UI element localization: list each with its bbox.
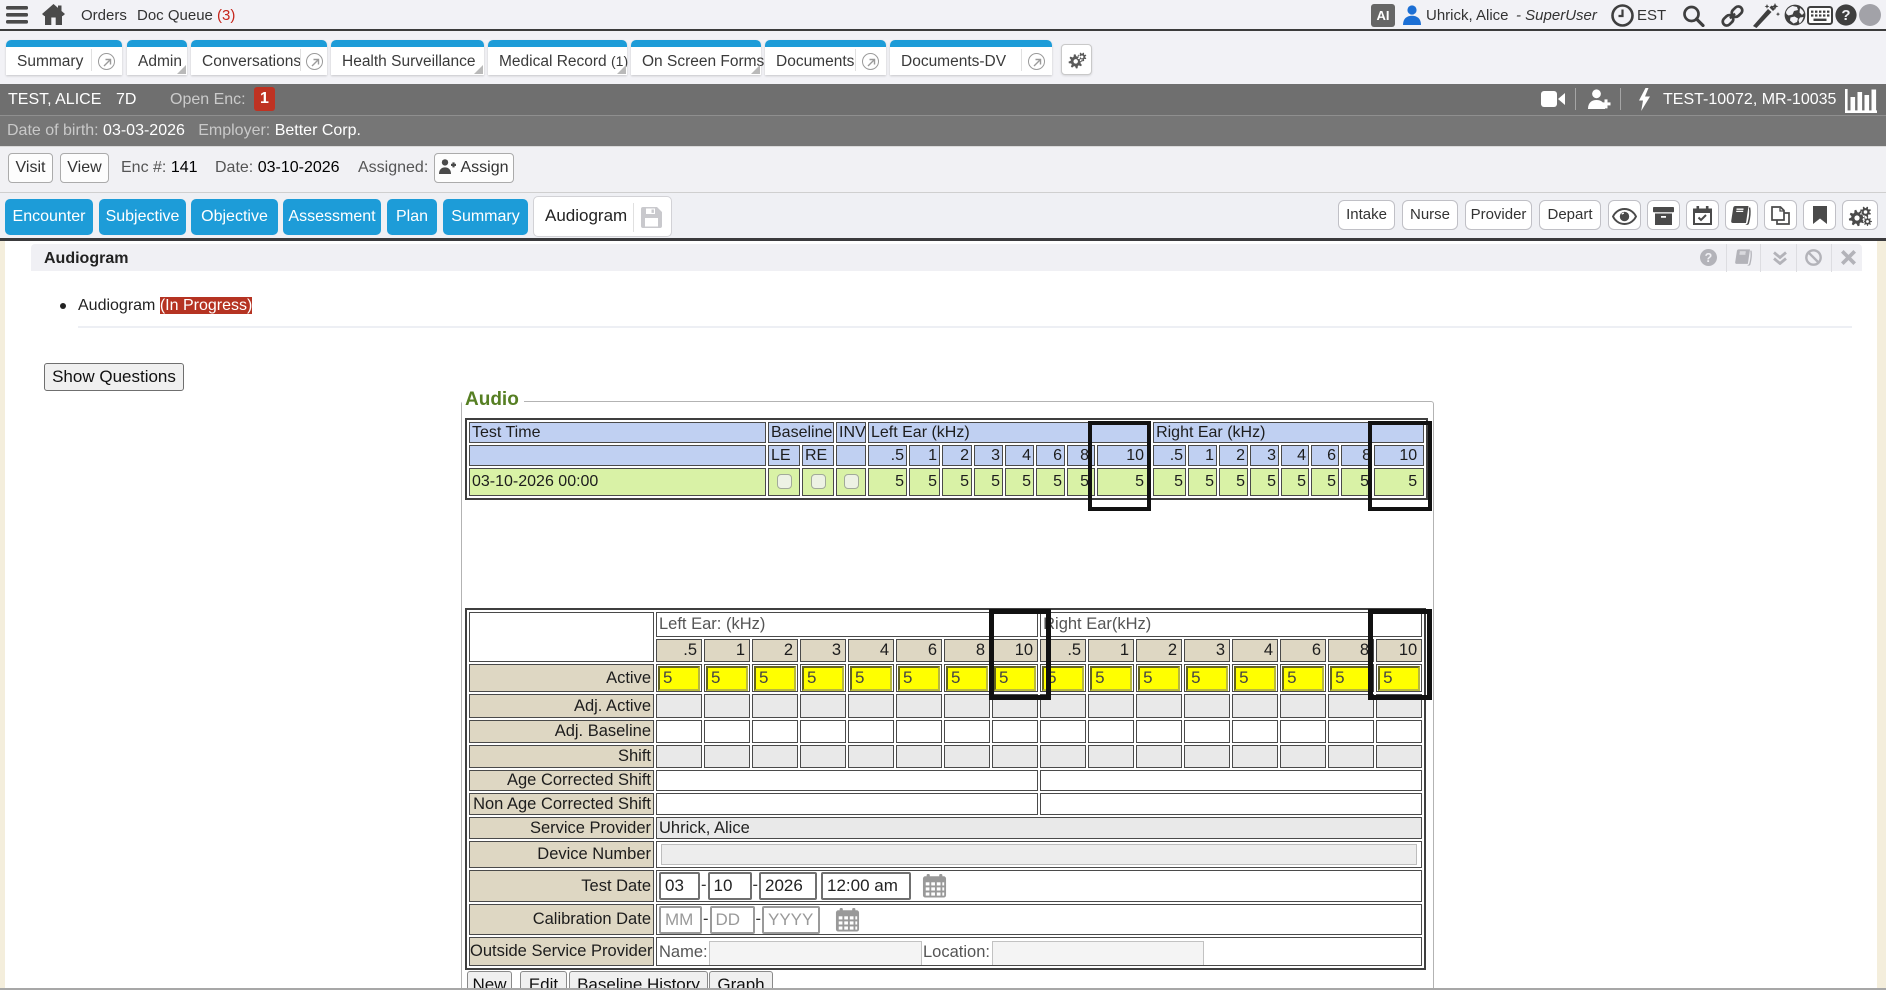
svg-text:?: ? bbox=[1841, 7, 1850, 24]
svg-text:?: ? bbox=[1705, 251, 1713, 265]
